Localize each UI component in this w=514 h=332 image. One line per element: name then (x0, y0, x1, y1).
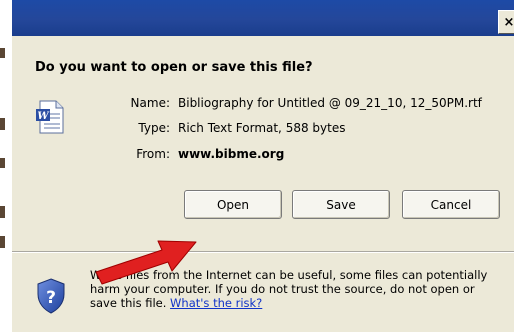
background-window-edge (0, 0, 12, 332)
cancel-button[interactable]: Cancel (402, 190, 500, 219)
name-label: Name: (130, 96, 170, 110)
file-type-row: Type: Rich Text Format, 588 bytes (110, 121, 345, 135)
edge-mark (0, 158, 5, 168)
svg-text:?: ? (46, 288, 56, 308)
dialog-heading: Do you want to open or save this file? (35, 60, 313, 75)
edge-mark (0, 206, 5, 218)
word-document-icon: W (36, 100, 64, 134)
file-name-row: Name: Bibliography for Untitled @ 09_21_… (110, 96, 482, 110)
file-download-dialog: Do you want to open or save this file? W… (12, 36, 514, 332)
close-icon: × (503, 14, 514, 30)
file-type-value: Rich Text Format, 588 bytes (178, 121, 346, 135)
file-source-value: www.bibme.org (178, 147, 285, 161)
close-button[interactable]: × (498, 10, 514, 34)
from-label: From: (136, 147, 170, 161)
edge-mark (0, 118, 5, 130)
type-label: Type: (138, 121, 170, 135)
divider-highlight (12, 252, 514, 253)
open-button[interactable]: Open (184, 190, 282, 219)
title-bar[interactable] (12, 0, 514, 36)
save-button[interactable]: Save (292, 190, 390, 219)
edge-mark (0, 48, 5, 58)
edge-mark (0, 236, 5, 248)
file-name-value: Bibliography for Untitled @ 09_21_10, 12… (178, 96, 482, 110)
whats-the-risk-link[interactable]: What's the risk? (170, 296, 262, 310)
svg-text:W: W (37, 111, 50, 122)
red-arrow-icon (95, 240, 197, 285)
shield-question-icon: ? (37, 278, 65, 314)
file-from-row: From: www.bibme.org (110, 147, 284, 161)
